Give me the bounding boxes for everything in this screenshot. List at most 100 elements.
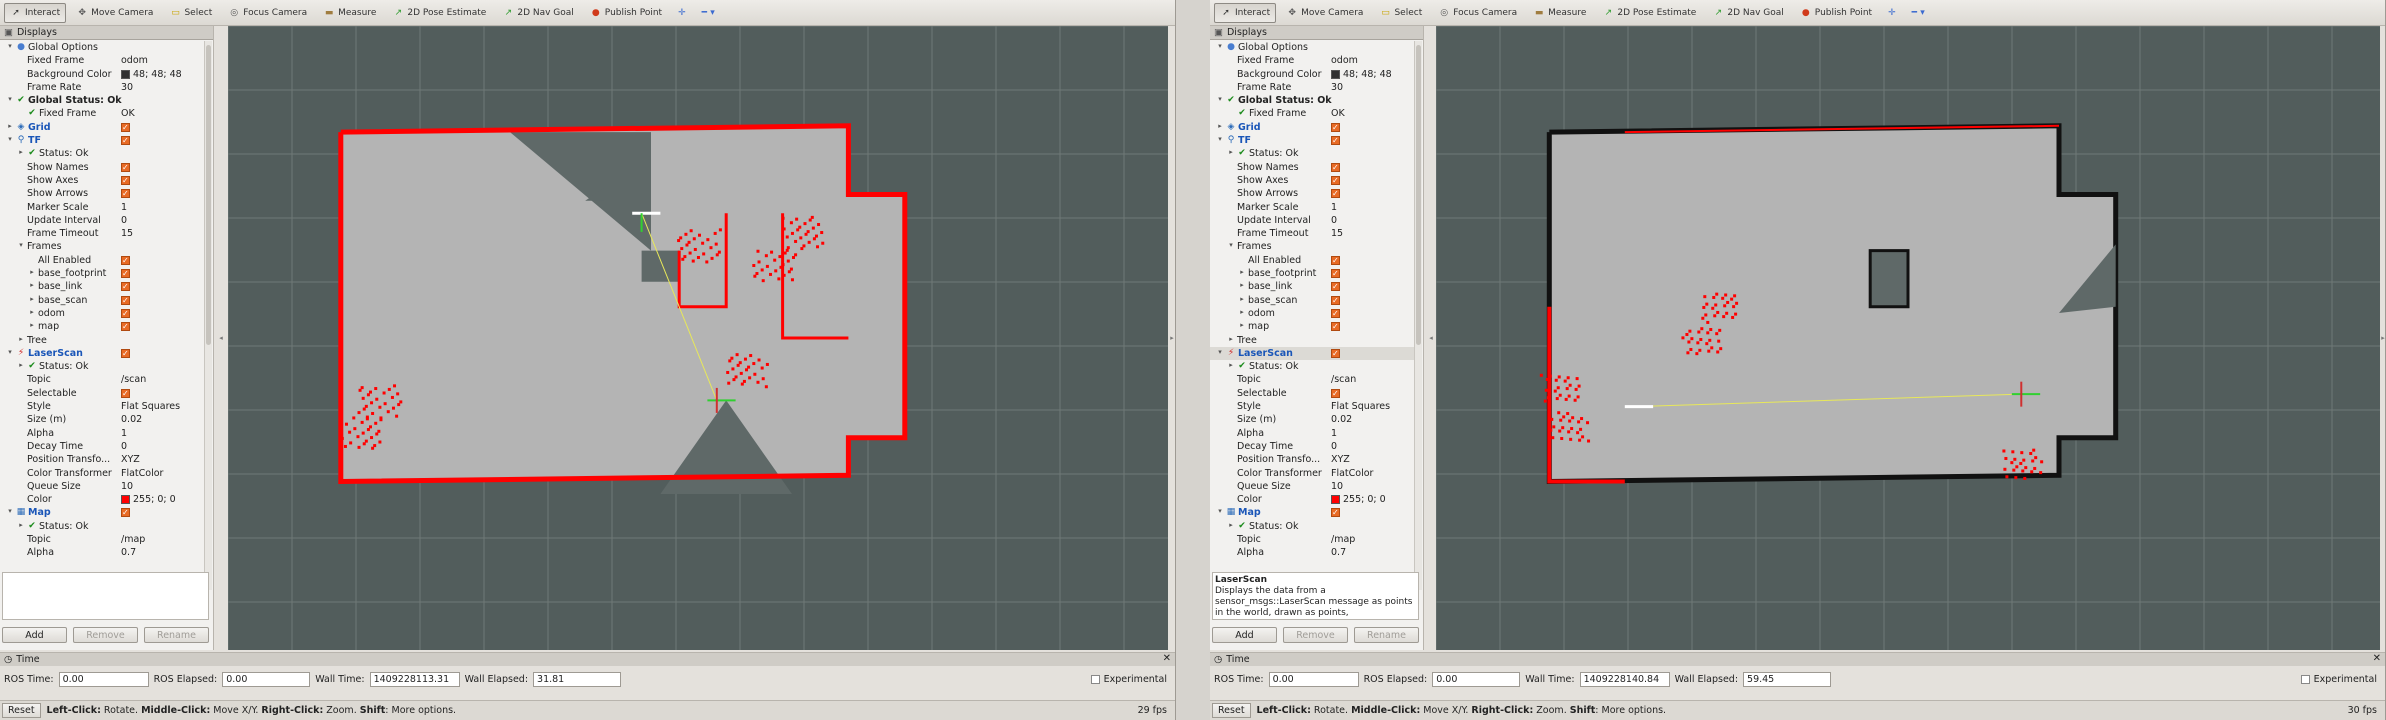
rename-display-button[interactable]: Rename: [1354, 627, 1419, 643]
color-swatch[interactable]: [121, 69, 130, 79]
right-splitter-handle[interactable]: ▸: [2380, 26, 2385, 650]
left-splitter-handle[interactable]: ◂: [214, 26, 228, 650]
displays-scrollbar[interactable]: [1414, 41, 1422, 590]
display-row-value[interactable]: 48; 48; 48: [1331, 68, 1392, 81]
display-row[interactable]: Color 255; 0; 0: [1210, 493, 1414, 506]
display-row[interactable]: ▾ ⚡ LaserScan: [1210, 346, 1414, 361]
display-row-value[interactable]: OK: [121, 107, 135, 120]
display-row[interactable]: ▸ map: [1210, 320, 1414, 333]
expanded-arrow-icon[interactable]: ▾: [1216, 507, 1224, 515]
display-row[interactable]: ▾ Frames: [1210, 240, 1414, 253]
display-row[interactable]: Size (m) 0.02: [1210, 413, 1414, 426]
ros-elapsed-field[interactable]: 0.00: [1432, 671, 1521, 687]
collapsed-arrow-icon[interactable]: ▸: [1227, 148, 1235, 156]
expanded-arrow-icon[interactable]: ▾: [6, 507, 14, 515]
expanded-arrow-icon[interactable]: ▾: [1216, 135, 1224, 143]
display-row-value[interactable]: 1: [1331, 201, 1337, 214]
collapsed-arrow-icon[interactable]: ▸: [1227, 361, 1235, 369]
display-row-value[interactable]: 10: [121, 480, 133, 493]
displays-tree[interactable]: ▾ ● Global Options Fixed Frame odom Backgroun…: [0, 41, 204, 560]
collapsed-arrow-icon[interactable]: ▸: [17, 148, 25, 156]
display-row[interactable]: ▾ ✔ Global Status: Ok: [1210, 94, 1414, 107]
display-row[interactable]: Frame Timeout 15: [0, 227, 204, 240]
display-row[interactable]: ▸ base_scan: [0, 294, 204, 307]
display-row[interactable]: ▸ ✔ Status: Ok: [1210, 520, 1414, 533]
display-row[interactable]: Show Names: [1210, 161, 1414, 174]
display-row[interactable]: ▸ ◈ Grid: [0, 121, 204, 134]
display-row[interactable]: ▾ ✔ Global Status: Ok: [0, 94, 204, 107]
enabled-checkbox[interactable]: [1331, 506, 1340, 519]
display-row[interactable]: ▾ Frames: [0, 240, 204, 253]
display-row-value[interactable]: 0: [1331, 214, 1337, 227]
display-row-value[interactable]: [1331, 254, 1340, 267]
enabled-checkbox[interactable]: [121, 387, 130, 400]
display-row[interactable]: ▸ ✔ Status: Ok: [1210, 147, 1414, 160]
enabled-checkbox[interactable]: [1331, 161, 1340, 174]
expanded-arrow-icon[interactable]: ▾: [6, 95, 14, 103]
display-row[interactable]: Style Flat Squares: [1210, 400, 1414, 413]
display-row-value[interactable]: [1331, 267, 1340, 280]
display-row[interactable]: Marker Scale 1: [1210, 201, 1414, 214]
display-row-value[interactable]: [121, 347, 130, 360]
color-swatch[interactable]: [1331, 495, 1340, 505]
display-row-value[interactable]: odom: [121, 54, 148, 67]
render-view-3d[interactable]: [1436, 26, 2380, 650]
display-row-value[interactable]: 0.02: [121, 413, 142, 426]
display-row[interactable]: Decay Time 0: [1210, 440, 1414, 453]
display-row[interactable]: Topic/map: [1210, 533, 1414, 546]
publish-point-tool-button[interactable]: ● Publish Point: [584, 3, 668, 23]
collapsed-arrow-icon[interactable]: ▸: [1227, 335, 1235, 343]
display-row-value[interactable]: [121, 387, 130, 400]
wall-elapsed-field[interactable]: 59.45: [1743, 671, 1832, 687]
display-row[interactable]: Color Transformer FlatColor: [1210, 467, 1414, 480]
enabled-checkbox[interactable]: [1331, 254, 1340, 267]
enabled-checkbox[interactable]: [1331, 134, 1340, 147]
collapsed-arrow-icon[interactable]: ▸: [28, 321, 36, 329]
display-row[interactable]: ▸ ✔ Status: Ok: [0, 147, 204, 160]
measure-tool-button[interactable]: ▬ Measure: [1527, 3, 1592, 23]
right-splitter-handle[interactable]: ▸: [1168, 26, 1175, 650]
display-row-value[interactable]: [121, 294, 130, 307]
focus-camera-tool-button[interactable]: ◎ Focus Camera: [222, 3, 313, 23]
ros-elapsed-field[interactable]: 0.00: [222, 671, 311, 687]
display-row[interactable]: Frame Timeout 15: [1210, 227, 1414, 240]
expanded-arrow-icon[interactable]: ▾: [1216, 348, 1224, 356]
display-row[interactable]: Frame Rate 30: [0, 81, 204, 94]
rename-display-button[interactable]: Rename: [144, 627, 209, 643]
display-row-value[interactable]: 1: [121, 201, 127, 214]
expanded-arrow-icon[interactable]: ▾: [1227, 241, 1235, 249]
color-swatch[interactable]: [1331, 69, 1340, 79]
display-row[interactable]: Alpha 0.7: [0, 546, 204, 559]
experimental-checkbox[interactable]: [1090, 674, 1100, 684]
display-row[interactable]: Size (m) 0.02: [0, 413, 204, 426]
display-row-value[interactable]: [1331, 307, 1340, 320]
display-row[interactable]: Show Axes: [0, 174, 204, 187]
enabled-checkbox[interactable]: [121, 320, 130, 333]
display-row-value[interactable]: [121, 254, 130, 267]
display-row[interactable]: Background Color 48; 48; 48: [1210, 68, 1414, 81]
display-row[interactable]: Topic/map: [0, 533, 204, 546]
enabled-checkbox[interactable]: [1331, 121, 1340, 134]
experimental-toggle[interactable]: Experimental: [2300, 674, 2377, 685]
display-row[interactable]: ▸ ✔ Status: Ok: [1210, 360, 1414, 373]
display-row-value[interactable]: OK: [1331, 107, 1345, 120]
display-row[interactable]: ▸ Tree: [0, 334, 204, 347]
display-row-value[interactable]: [121, 307, 130, 320]
expanded-arrow-icon[interactable]: ▾: [17, 241, 25, 249]
display-row-value[interactable]: [1331, 121, 1340, 134]
measure-tool-button[interactable]: ▬ Measure: [317, 3, 382, 23]
enabled-checkbox[interactable]: [1331, 387, 1340, 400]
add-display-button[interactable]: Add: [2, 627, 67, 643]
display-row-value[interactable]: XYZ: [121, 453, 140, 466]
display-row[interactable]: All Enabled: [1210, 254, 1414, 267]
collapsed-arrow-icon[interactable]: ▸: [1238, 321, 1246, 329]
display-row-value[interactable]: Flat Squares: [121, 400, 180, 413]
display-row[interactable]: ▾ ⚡ LaserScan: [0, 347, 204, 360]
display-row-value[interactable]: 0.7: [1331, 546, 1346, 559]
display-row[interactable]: ▸ base_footprint: [1210, 267, 1414, 280]
display-row-value[interactable]: 0.7: [121, 546, 136, 559]
close-icon[interactable]: ✕: [2373, 653, 2381, 664]
display-row[interactable]: Alpha 0.7: [1210, 546, 1414, 559]
reset-button[interactable]: Reset: [1212, 703, 1251, 718]
display-row-value[interactable]: 0: [121, 214, 127, 227]
